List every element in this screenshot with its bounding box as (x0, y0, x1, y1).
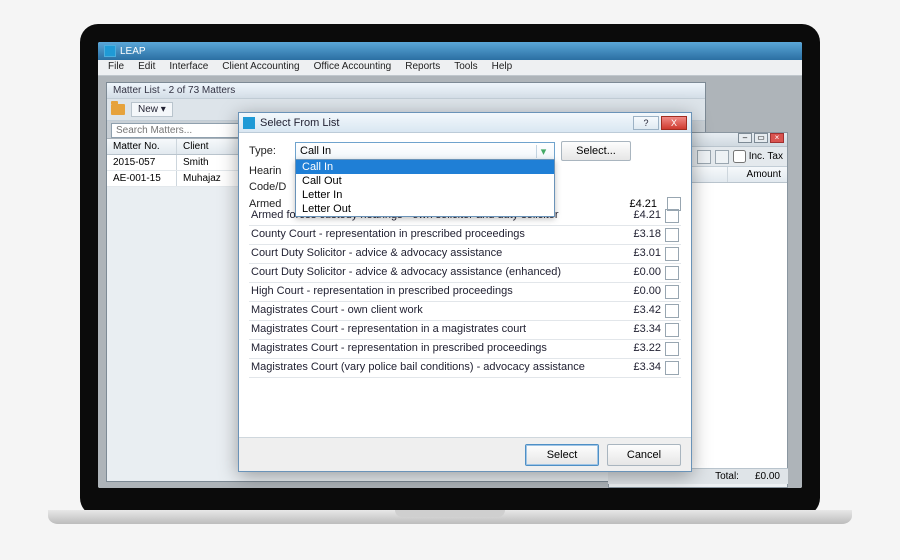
laptop-base (48, 510, 852, 524)
menu-reports[interactable]: Reports (399, 60, 446, 75)
menu-tools[interactable]: Tools (448, 60, 483, 75)
dialog-titlebar[interactable]: Select From List ? X (239, 113, 691, 133)
list-item[interactable]: High Court - representation in prescribe… (249, 283, 681, 302)
item-list[interactable]: Armed forces custody hearings - own soli… (249, 207, 681, 433)
list-item-amount: £3.22 (605, 342, 661, 356)
list-item-amount: £3.34 (605, 323, 661, 337)
menu-file[interactable]: File (102, 60, 130, 75)
hearing-label-partial: Hearin (249, 165, 289, 177)
type-combo-value: Call In (300, 145, 331, 157)
desktop: LEAP File Edit Interface Client Accounti… (98, 42, 802, 488)
list-item[interactable]: County Court - representation in prescri… (249, 226, 681, 245)
list-item-checkbox[interactable] (665, 304, 679, 318)
list-item-amount: £3.01 (605, 247, 661, 261)
cell-matter-no: 2015-057 (107, 155, 177, 170)
list-item-amount: £4.21 (605, 209, 661, 223)
select-button[interactable]: Select (525, 444, 599, 466)
laptop-notch (395, 510, 505, 517)
menu-client-accounting[interactable]: Client Accounting (216, 60, 305, 75)
cell-matter-no: AE-001-15 (107, 171, 177, 186)
col-matter-no[interactable]: Matter No. (107, 139, 177, 154)
menu-help[interactable]: Help (486, 60, 519, 75)
matter-list-header: Matter List - 2 of 73 Matters (107, 83, 705, 99)
list-item-checkbox[interactable] (665, 266, 679, 280)
list-item[interactable]: Magistrates Court - representation in a … (249, 321, 681, 340)
laptop-frame: LEAP File Edit Interface Client Accounti… (80, 24, 820, 516)
app-icon (104, 45, 116, 57)
list-item[interactable]: Court Duty Solicitor - advice & advocacy… (249, 264, 681, 283)
list-item-checkbox[interactable] (665, 361, 679, 375)
list-item-checkbox[interactable] (665, 209, 679, 223)
list-item[interactable]: Magistrates Court (vary police bail cond… (249, 359, 681, 378)
list-item-amount: £0.00 (605, 285, 661, 299)
list-item-checkbox[interactable] (665, 228, 679, 242)
menu-interface[interactable]: Interface (163, 60, 214, 75)
type-label: Type: (249, 145, 289, 157)
menu-office-accounting[interactable]: Office Accounting (308, 60, 398, 75)
app-title: LEAP (120, 46, 146, 57)
new-button-label: New (138, 104, 158, 115)
list-item-desc: Magistrates Court (vary police bail cond… (251, 361, 605, 375)
dialog-footer: Select Cancel (239, 437, 691, 471)
main-titlebar: LEAP (98, 42, 802, 60)
total-label: Total: (715, 471, 739, 482)
folder-icon (111, 104, 125, 115)
dialog-close-button[interactable]: X (661, 116, 687, 130)
cancel-button[interactable]: Cancel (607, 444, 681, 466)
list-item-desc: High Court - representation in prescribe… (251, 285, 605, 299)
type-combo-input[interactable]: Call In ▾ (295, 142, 555, 160)
new-button[interactable]: New ▾ (131, 102, 173, 117)
menubar[interactable]: File Edit Interface Client Accounting Of… (98, 60, 802, 76)
close-button[interactable]: × (770, 133, 784, 143)
tool-icon-2[interactable] (715, 150, 729, 164)
dropdown-item[interactable]: Call Out (296, 174, 554, 188)
col-client[interactable]: Client (177, 139, 247, 154)
list-item-amount: £3.18 (605, 228, 661, 242)
chevron-down-icon[interactable]: ▾ (536, 145, 550, 158)
dialog-icon (243, 117, 255, 129)
list-item[interactable]: Magistrates Court - own client work£3.42 (249, 302, 681, 321)
tool-icon-1[interactable] (697, 150, 711, 164)
dropdown-item[interactable]: Letter In (296, 188, 554, 202)
dialog-title-text: Select From List (260, 117, 339, 129)
dialog-help-button[interactable]: ? (633, 116, 659, 130)
list-item-checkbox[interactable] (665, 285, 679, 299)
list-item-desc: Court Duty Solicitor - advice & advocacy… (251, 247, 605, 261)
code-label-partial: Code/D (249, 181, 289, 193)
list-item-amount: £3.42 (605, 304, 661, 318)
list-item-desc: Magistrates Court - representation in a … (251, 323, 605, 337)
inc-tax-checkbox[interactable] (733, 150, 746, 163)
list-item-checkbox[interactable] (665, 342, 679, 356)
list-item[interactable]: Court Duty Solicitor - advice & advocacy… (249, 245, 681, 264)
dropdown-item[interactable]: Call In (296, 160, 554, 174)
list-item-checkbox[interactable] (665, 247, 679, 261)
cell-client: Muhajaz (177, 171, 247, 186)
select-lookup-button[interactable]: Select... (561, 141, 631, 161)
total-value: £0.00 (755, 471, 780, 482)
menu-edit[interactable]: Edit (132, 60, 161, 75)
inc-tax-label: Inc. Tax (749, 151, 783, 162)
dropdown-item[interactable]: Letter Out (296, 202, 554, 216)
list-item-desc: Magistrates Court - representation in pr… (251, 342, 605, 356)
select-from-list-dialog: Select From List ? X Type: Call In ▾ (238, 112, 692, 472)
list-item[interactable]: Magistrates Court - representation in pr… (249, 340, 681, 359)
dialog-body: Type: Call In ▾ Select... Hearin Code/D … (239, 133, 691, 437)
list-item-amount: £3.34 (605, 361, 661, 375)
list-item-desc: County Court - representation in prescri… (251, 228, 605, 242)
mdi-client-area: Matter List - 2 of 73 Matters New ▾ Matt… (98, 76, 802, 488)
rp-col-amount[interactable]: Amount (727, 167, 787, 182)
list-item-amount: £0.00 (605, 266, 661, 280)
list-item-checkbox[interactable] (665, 323, 679, 337)
maximize-button[interactable]: ▭ (754, 133, 768, 143)
type-combo[interactable]: Call In ▾ (295, 142, 555, 160)
type-dropdown[interactable]: Call InCall OutLetter InLetter Out (295, 159, 555, 217)
inc-tax-toggle[interactable]: Inc. Tax (733, 150, 783, 163)
list-item-desc: Court Duty Solicitor - advice & advocacy… (251, 266, 605, 280)
list-item-desc: Magistrates Court - own client work (251, 304, 605, 318)
cell-client: Smith (177, 155, 247, 170)
minimize-button[interactable]: – (738, 133, 752, 143)
